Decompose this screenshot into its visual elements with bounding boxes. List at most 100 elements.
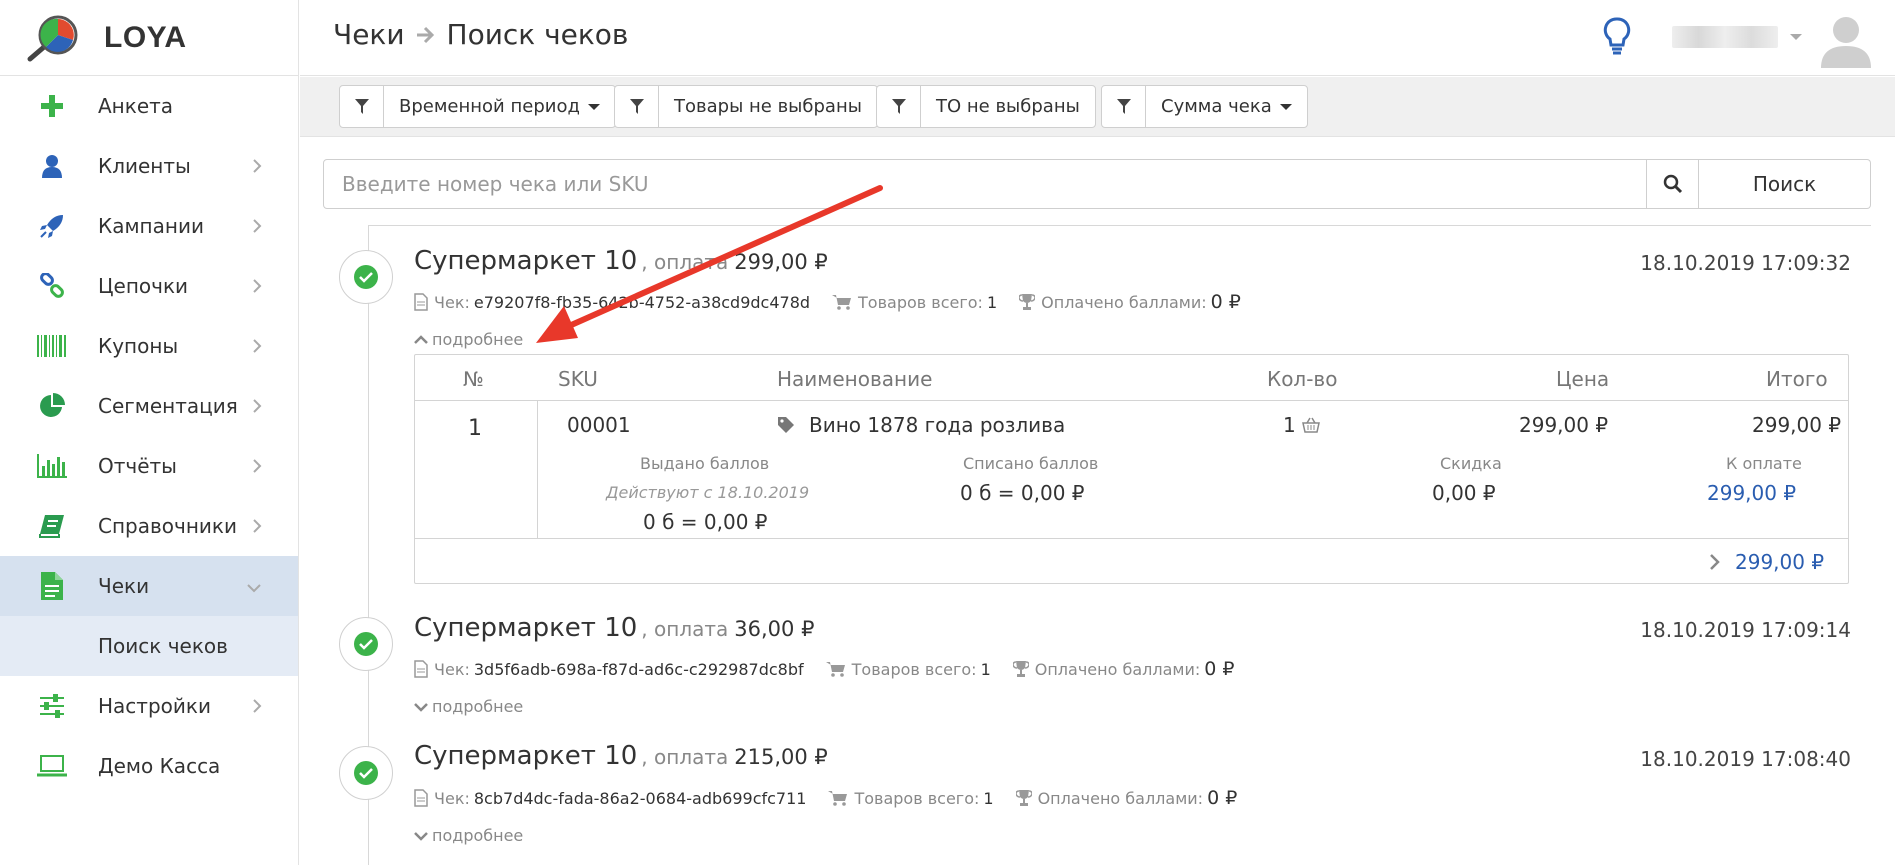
receipt-label: Чек: <box>434 292 470 312</box>
sidebar-item-settings[interactable]: Настройки <box>0 676 298 736</box>
sidebar-item-reports[interactable]: Отчёты <box>0 436 298 496</box>
laptop-icon <box>36 750 68 782</box>
items-total-value: 1 <box>983 788 994 808</box>
filter-products-button[interactable]: Товары не выбраны <box>614 85 878 128</box>
sidebar-item-label: Настройки <box>98 694 211 718</box>
chevron-down-icon <box>246 578 262 597</box>
receipt-meta: Чек: 3d5f6adb-698a-f87d-ad6c-c292987dc8bf… <box>414 658 1256 680</box>
receipt-details-toggle[interactable]: подробнее <box>414 330 523 349</box>
filter-icon <box>877 86 921 127</box>
brand[interactable]: LOYA <box>0 0 298 76</box>
breadcrumb: Чеки Поиск чеков <box>333 18 628 51</box>
details-label: подробнее <box>432 697 524 716</box>
row-qty: 1 <box>1283 413 1320 437</box>
receipt-status-check <box>339 250 393 304</box>
user-menu[interactable] <box>1672 26 1802 48</box>
sidebar-item-receipts[interactable]: Чеки <box>0 556 298 616</box>
document-icon <box>414 293 428 311</box>
lightbulb-icon[interactable] <box>1602 16 1632 60</box>
trophy-icon <box>1019 293 1036 311</box>
items-total-label: Товаров всего: <box>854 788 980 808</box>
sidebar-item-label: Анкета <box>98 94 174 118</box>
receipt-detail-table: № SKU Наименование Кол-во Цена Итого 1 0… <box>414 354 1849 584</box>
chevron-right-icon <box>252 218 262 238</box>
receipt-id: 8cb7d4dc-fada-86a2-0684-adb699cfc711 <box>473 788 807 808</box>
chevron-right-icon <box>252 158 262 178</box>
filter-label: Временной период <box>399 96 580 117</box>
filter-outlets-button[interactable]: ТО не выбраны <box>876 85 1096 128</box>
sidebar-item-label: Цепочки <box>98 274 189 298</box>
chevron-right-icon <box>252 518 262 538</box>
receipt-details-toggle[interactable]: подробнее <box>414 826 523 845</box>
sidebar: LOYA Анкета Клиенты Кампании Цепочки Куп… <box>0 0 299 865</box>
filter-label: Товары не выбраны <box>674 96 862 117</box>
store-name[interactable]: Супермаркет 10 <box>414 613 637 643</box>
col-sku: SKU <box>558 367 598 391</box>
filter-icon <box>615 86 659 127</box>
qty-value: 1 <box>1283 413 1296 437</box>
pay-amount: 36,00 ₽ <box>734 617 815 641</box>
sidebar-item-clients[interactable]: Клиенты <box>0 136 298 196</box>
store-name[interactable]: Супермаркет 10 <box>414 741 637 771</box>
paid-points-value: 0 ₽ <box>1207 787 1238 809</box>
chevron-right-icon <box>252 698 262 718</box>
sidebar-item-chains[interactable]: Цепочки <box>0 256 298 316</box>
sidebar-item-label: Купоны <box>98 334 179 358</box>
check-icon <box>354 265 378 289</box>
issued-points-note: Действуют с 18.10.2019 <box>606 483 810 502</box>
check-icon <box>354 632 378 656</box>
rocket-icon <box>36 210 68 242</box>
written-points-label: Списано баллов <box>963 454 1099 473</box>
receipt-details-toggle[interactable]: подробнее <box>414 697 523 716</box>
col-name: Наименование <box>777 367 933 391</box>
barcode-icon <box>36 330 68 362</box>
pay-label: , оплата <box>641 250 729 274</box>
chevron-right-icon <box>1710 554 1720 570</box>
issued-points-value: 0 б = 0,00 ₽ <box>643 510 768 534</box>
filter-period-button[interactable]: Временной период <box>339 85 616 128</box>
timeline-top-divider <box>368 225 1871 226</box>
filter-label: ТО не выбраны <box>936 96 1080 117</box>
chevron-down-icon <box>1790 34 1802 40</box>
sidebar-item-directories[interactable]: Справочники <box>0 496 298 556</box>
filter-amount-button[interactable]: Сумма чека <box>1101 85 1308 128</box>
search-icon[interactable] <box>1647 159 1699 209</box>
chevron-down-icon <box>414 831 428 841</box>
detail-footer-total[interactable]: 299,00 ₽ <box>1709 550 1824 574</box>
book-icon <box>36 510 68 542</box>
search-button[interactable]: Поиск <box>1699 159 1871 209</box>
sidebar-item-label: Отчёты <box>98 454 177 478</box>
receipt-status-check <box>339 746 393 800</box>
chevron-right-icon <box>252 458 262 478</box>
col-qty: Кол-во <box>1267 367 1338 391</box>
chevron-right-icon <box>252 338 262 358</box>
details-label: подробнее <box>432 826 524 845</box>
receipt-date: 18.10.2019 17:09:14 <box>1640 618 1851 642</box>
product-name[interactable]: Вино 1878 года розлива <box>809 413 1065 437</box>
sidebar-item-segmentation[interactable]: Сегментация <box>0 376 298 436</box>
breadcrumb-parent[interactable]: Чеки <box>333 18 405 51</box>
sidebar-item-demo-pos[interactable]: Демо Касса <box>0 736 298 796</box>
store-name[interactable]: Супермаркет 10 <box>414 246 637 276</box>
items-total-label: Товаров всего: <box>858 292 983 312</box>
sidebar-item-coupons[interactable]: Купоны <box>0 316 298 376</box>
username-blurred <box>1672 26 1778 48</box>
details-label: подробнее <box>432 330 524 349</box>
sidebar-item-anketa[interactable]: Анкета <box>0 76 298 136</box>
avatar[interactable] <box>1818 10 1874 72</box>
row-num: 1 <box>468 416 482 441</box>
bar-chart-icon <box>36 450 68 482</box>
to-pay-label: К оплате <box>1726 454 1802 473</box>
pie-chart-icon <box>36 390 68 422</box>
sidebar-subitem-receipt-search[interactable]: Поиск чеков <box>0 616 298 676</box>
items-total-label: Товаров всего: <box>851 659 977 679</box>
receipt-id: e79207f8-fb35-642b-4752-a38cd9dc478d <box>473 292 811 312</box>
receipt-meta: Чек: 8cb7d4dc-fada-86a2-0684-adb699cfc711… <box>414 787 1259 809</box>
sidebar-item-campaigns[interactable]: Кампании <box>0 196 298 256</box>
loya-logo-icon <box>24 13 82 63</box>
search-input[interactable] <box>323 159 1647 209</box>
tag-icon <box>777 416 795 434</box>
sidebar-item-label: Чеки <box>98 574 150 598</box>
chevron-down-icon <box>1279 103 1292 110</box>
items-total-value: 1 <box>980 659 991 679</box>
